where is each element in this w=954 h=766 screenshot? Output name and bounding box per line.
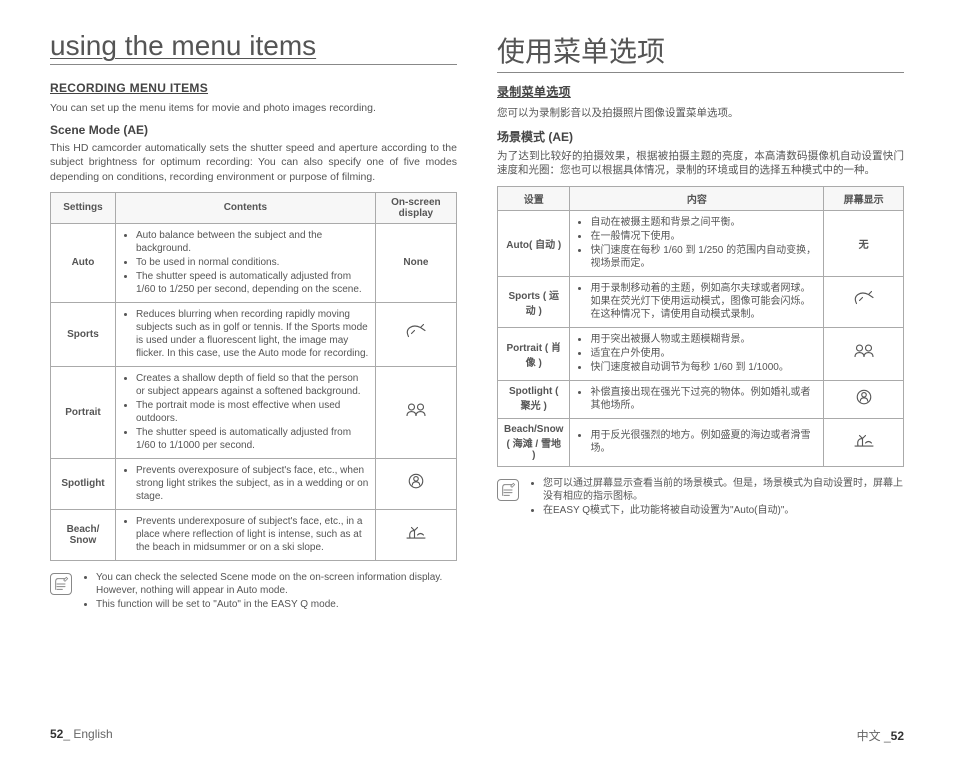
content-cell: 用于录制移动着的主题，例如高尔夫球或者网球。如果在荧光灯下使用运动模式，图像可能… xyxy=(570,276,824,327)
content-cell: 用于突出被摄人物或主题模糊背景。适宜在户外使用。快门速度被自动调节为每秒 1/6… xyxy=(570,327,824,380)
display-cell xyxy=(824,380,904,418)
table-row: Spotlight Prevents overexposure of subjec… xyxy=(51,458,457,509)
setting-cell: Portrait ( 肖像 ) xyxy=(498,327,570,380)
display-cell: None xyxy=(375,223,456,302)
table-row: Portrait Creates a shallow depth of field… xyxy=(51,366,457,458)
setting-cell: Sports xyxy=(51,302,116,366)
display-cell: 无 xyxy=(824,210,904,276)
note-item: 在EASY Q模式下，此功能将被自动设置为"Auto(自动)"。 xyxy=(543,504,904,518)
setting-cell: Beach/ Snow xyxy=(51,509,116,560)
subtitle-cn: 场景模式 (AE) xyxy=(497,128,904,145)
note-item: 您可以通过屏幕显示查看当前的场景模式。但是，场景模式为自动设置时，屏幕上没有相应… xyxy=(543,477,904,504)
content-item: To be used in normal conditions. xyxy=(136,256,369,269)
note-block-cn: 您可以通过屏幕显示查看当前的场景模式。但是，场景模式为自动设置时，屏幕上没有相应… xyxy=(497,477,904,518)
page-title-en: using the menu items xyxy=(50,30,457,65)
setting-cell: Auto( 自动 ) xyxy=(498,210,570,276)
content-item: Prevents underexposure of subject's face… xyxy=(136,515,369,554)
table-row: Auto Auto balance between the subject and… xyxy=(51,223,457,302)
display-cell xyxy=(375,366,456,458)
content-cell: Auto balance between the subject and the… xyxy=(115,223,375,302)
desc-en: This HD camcorder automatically sets the… xyxy=(50,141,457,184)
table-row: Beach/Snow ( 海滩 / 雪地 ) 用于反光很强烈的地方。例如盛夏的海边… xyxy=(498,418,904,466)
setting-cell: Auto xyxy=(51,223,116,302)
section-title-cn: 录制菜单选项 xyxy=(497,83,904,100)
portrait-icon xyxy=(404,400,428,420)
content-item: 补偿直接出现在强光下过亮的物体。例如婚礼或者其他场所。 xyxy=(590,386,817,412)
note-icon xyxy=(50,573,72,595)
content-cell: 用于反光很强烈的地方。例如盛夏的海边或者滑雪场。 xyxy=(570,418,824,466)
setting-cell: Beach/Snow ( 海滩 / 雪地 ) xyxy=(498,418,570,466)
th-display-cn: 屏幕显示 xyxy=(824,186,904,210)
content-item: 用于录制移动着的主题，例如高尔夫球或者网球。如果在荧光灯下使用运动模式，图像可能… xyxy=(590,282,817,321)
scene-mode-table-cn: 设置 内容 屏幕显示 Auto( 自动 )自动在被摄主题和背景之间平衡。在一般情… xyxy=(497,186,904,467)
setting-cell: Sports ( 运动 ) xyxy=(498,276,570,327)
content-item: Reduces blurring when recording rapidly … xyxy=(136,308,369,360)
table-row: Beach/ Snow Prevents underexposure of sub… xyxy=(51,509,457,560)
th-display: On-screen display xyxy=(375,192,456,223)
content-cell: Prevents overexposure of subject's face,… xyxy=(115,458,375,509)
table-row: Portrait ( 肖像 )用于突出被摄人物或主题模糊背景。适宜在户外使用。快… xyxy=(498,327,904,380)
intro-en: You can set up the menu items for movie … xyxy=(50,101,457,115)
subtitle-en: Scene Mode (AE) xyxy=(50,123,457,137)
page-footer: 52_ English 中文 _52 xyxy=(50,727,904,744)
note-block-en: You can check the selected Scene mode on… xyxy=(50,571,457,612)
portrait-icon xyxy=(852,341,876,361)
content-item: Creates a shallow depth of field so that… xyxy=(136,372,369,398)
content-item: 适宜在户外使用。 xyxy=(590,347,817,360)
table-row: Spotlight ( 聚光 ) 补偿直接出现在强光下过亮的物体。例如婚礼或者其他… xyxy=(498,380,904,418)
desc-cn: 为了达到比较好的拍摄效果，根据被拍摄主题的亮度，本高清数码摄像机自动设置快门速度… xyxy=(497,149,904,177)
setting-cell: Portrait xyxy=(51,366,116,458)
content-cell: Reduces blurring when recording rapidly … xyxy=(115,302,375,366)
content-item: 用于反光很强烈的地方。例如盛夏的海边或者滑雪场。 xyxy=(590,429,817,455)
content-item: Prevents overexposure of subject's face,… xyxy=(136,464,369,503)
page-spread: using the menu items RECORDING MENU ITEM… xyxy=(0,0,954,631)
content-cell: 自动在被摄主题和背景之间平衡。在一般情况下使用。快门速度在每秒 1/60 到 1… xyxy=(570,210,824,276)
content-item: 用于突出被摄人物或主题模糊背景。 xyxy=(590,333,817,346)
left-column: using the menu items RECORDING MENU ITEM… xyxy=(50,30,457,611)
footer-left: 52_ English xyxy=(50,727,113,744)
setting-cell: Spotlight ( 聚光 ) xyxy=(498,380,570,418)
content-item: 快门速度在每秒 1/60 到 1/250 的范围内自动变换，视场景而定。 xyxy=(590,244,817,270)
content-item: The shutter speed is automatically adjus… xyxy=(136,426,369,452)
note-item: You can check the selected Scene mode on… xyxy=(96,571,457,598)
spotlight-icon xyxy=(404,471,428,491)
content-cell: Creates a shallow depth of field so that… xyxy=(115,366,375,458)
right-column: 使用菜单选项 录制菜单选项 您可以为录制影音以及拍摄照片图像设置菜单选项。 场景… xyxy=(497,30,904,611)
th-contents-cn: 内容 xyxy=(570,186,824,210)
table-row: Sports Reduces blurring when recording ra… xyxy=(51,302,457,366)
display-cell xyxy=(824,276,904,327)
table-row: Sports ( 运动 ) 用于录制移动着的主题，例如高尔夫球或者网球。如果在荧光… xyxy=(498,276,904,327)
content-item: 自动在被摄主题和背景之间平衡。 xyxy=(590,216,817,229)
footer-right: 中文 _52 xyxy=(857,727,904,744)
page-title-cn: 使用菜单选项 xyxy=(497,30,904,73)
display-cell xyxy=(824,327,904,380)
table-row: Auto( 自动 )自动在被摄主题和背景之间平衡。在一般情况下使用。快门速度在每… xyxy=(498,210,904,276)
th-settings-cn: 设置 xyxy=(498,186,570,210)
content-item: The shutter speed is automatically adjus… xyxy=(136,270,369,296)
setting-cell: Spotlight xyxy=(51,458,116,509)
beach-snow-icon xyxy=(852,430,876,450)
note-icon xyxy=(497,479,519,501)
content-item: Auto balance between the subject and the… xyxy=(136,229,369,255)
content-cell: Prevents underexposure of subject's face… xyxy=(115,509,375,560)
display-cell xyxy=(375,302,456,366)
display-cell xyxy=(375,509,456,560)
content-item: The portrait mode is most effective when… xyxy=(136,399,369,425)
th-settings: Settings xyxy=(51,192,116,223)
sports-icon xyxy=(852,289,876,309)
intro-cn: 您可以为录制影音以及拍摄照片图像设置菜单选项。 xyxy=(497,106,904,120)
content-item: 快门速度被自动调节为每秒 1/60 到 1/1000。 xyxy=(590,361,817,374)
beach-snow-icon xyxy=(404,522,428,542)
scene-mode-table-en: Settings Contents On-screen display Auto… xyxy=(50,192,457,561)
content-item: 在一般情况下使用。 xyxy=(590,230,817,243)
note-item: This function will be set to "Auto" in t… xyxy=(96,598,457,612)
th-contents: Contents xyxy=(115,192,375,223)
content-cell: 补偿直接出现在强光下过亮的物体。例如婚礼或者其他场所。 xyxy=(570,380,824,418)
sports-icon xyxy=(404,322,428,342)
spotlight-icon xyxy=(852,387,876,407)
display-cell xyxy=(824,418,904,466)
section-title-en: RECORDING MENU ITEMS xyxy=(50,81,457,95)
display-cell xyxy=(375,458,456,509)
